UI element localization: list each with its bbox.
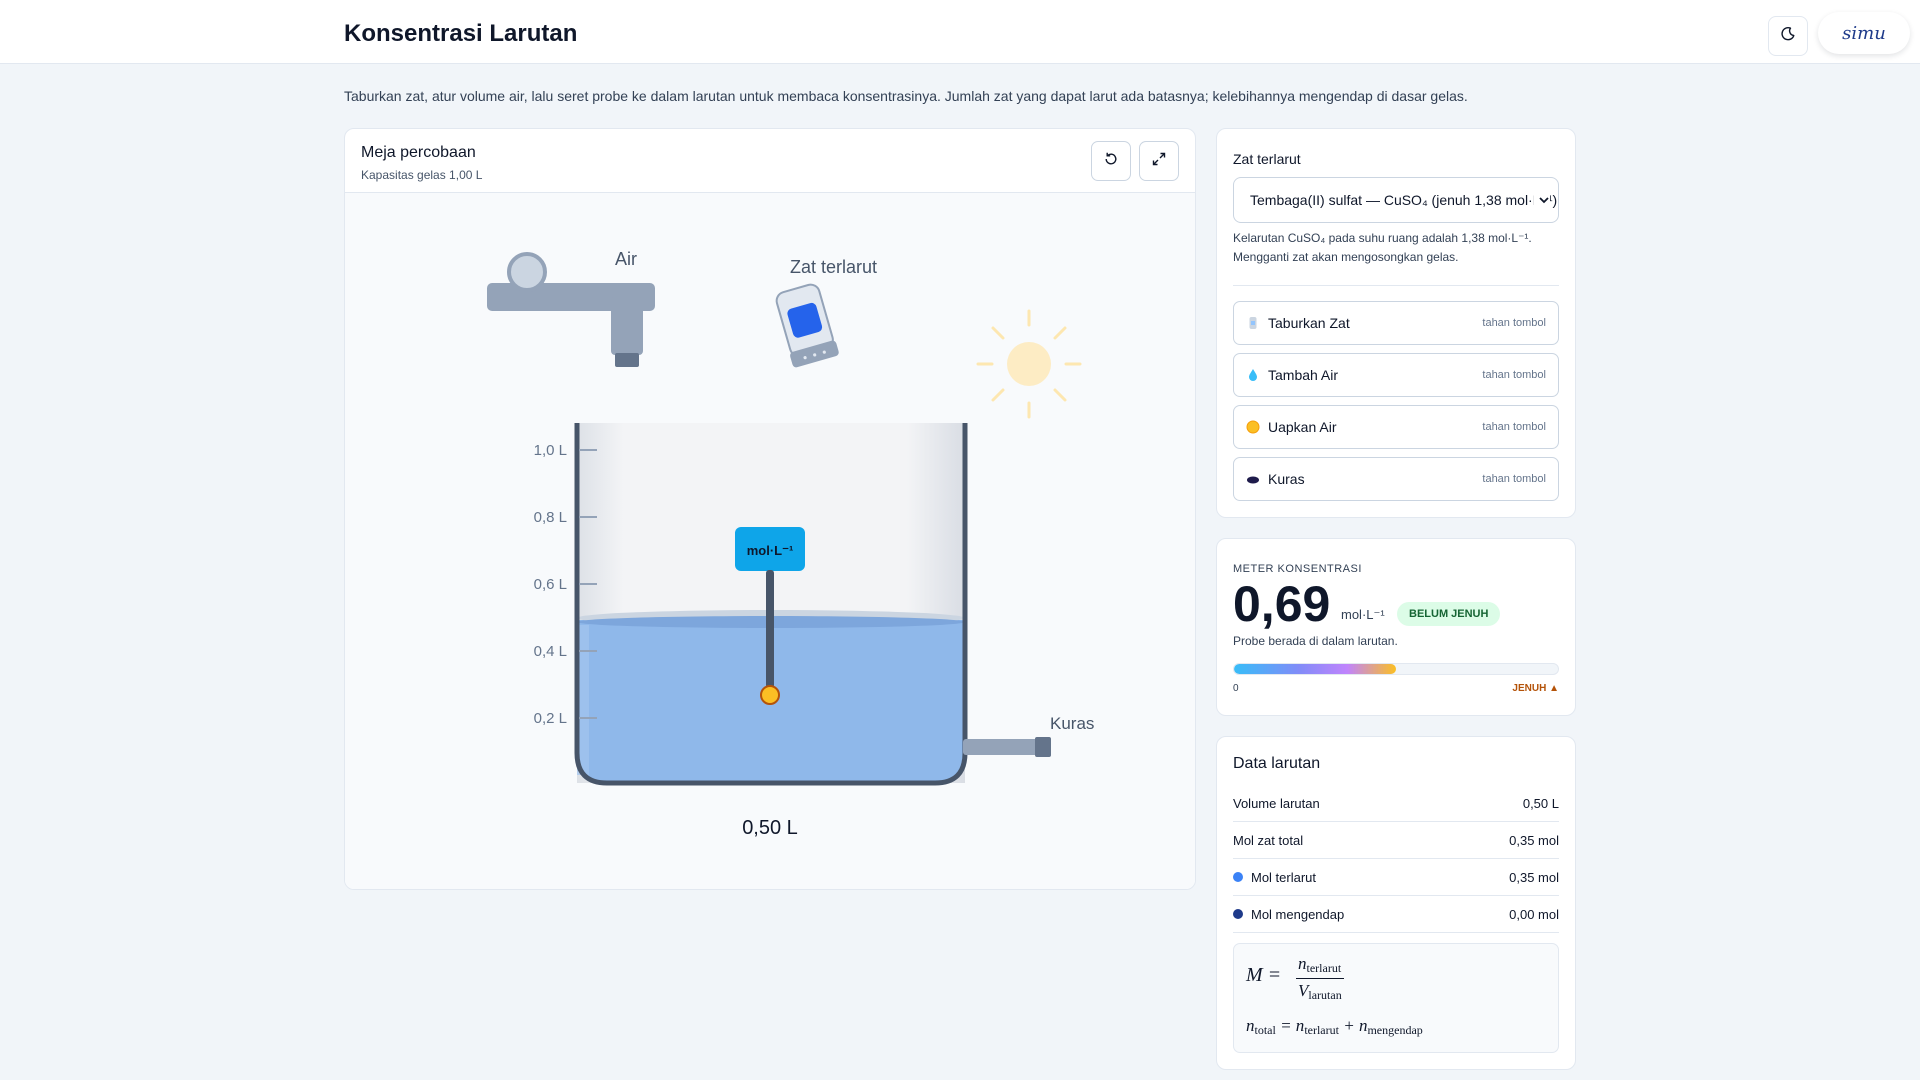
sun-icon bbox=[976, 309, 1082, 419]
drain-button[interactable]: Kuras tahan tombol bbox=[1233, 457, 1559, 501]
simulation-stage: Air Zat terlarut 1,0 L 0,8 L 0,6 L 0,4 L… bbox=[345, 193, 1195, 889]
action-hint: tahan tombol bbox=[1482, 317, 1546, 329]
row-label: Mol mengendap bbox=[1251, 906, 1345, 922]
chevron-down-icon bbox=[1534, 192, 1550, 210]
scale-tick-label: 0,2 L bbox=[534, 710, 567, 727]
moon-icon bbox=[1780, 26, 1796, 47]
action-hint: tahan tombol bbox=[1482, 473, 1546, 485]
scale-tick-label: 0,8 L bbox=[534, 509, 567, 526]
scale-tick-label: 0,6 L bbox=[534, 576, 567, 593]
action-label: Tambah Air bbox=[1268, 367, 1339, 383]
reset-button[interactable] bbox=[1091, 141, 1131, 181]
row-label: Volume larutan bbox=[1233, 795, 1320, 811]
drain-valve[interactable] bbox=[963, 737, 1051, 757]
action-label: Uapkan Air bbox=[1268, 419, 1337, 435]
expand-icon bbox=[1151, 151, 1167, 172]
logo[interactable]: simu bbox=[1818, 12, 1910, 54]
row-value: 0,35 mol bbox=[1509, 832, 1559, 848]
action-hint: tahan tombol bbox=[1482, 421, 1546, 433]
data-title: Data larutan bbox=[1233, 755, 1321, 772]
water-drop-icon bbox=[1246, 368, 1260, 382]
solute-selected: Tembaga(II) sulfat — CuSO₄ (jenuh 1,38 m… bbox=[1250, 191, 1558, 208]
row-value: 0,50 L bbox=[1522, 795, 1559, 811]
row-value: 0,35 mol bbox=[1509, 869, 1559, 885]
solute-select[interactable]: Tembaga(II) sulfat — CuSO₄ (jenuh 1,38 m… bbox=[1233, 177, 1559, 223]
concentration-bar-fill bbox=[1234, 664, 1396, 674]
meter-value: 0,69 bbox=[1233, 576, 1331, 632]
data-row: Volume larutan 0,50 L bbox=[1233, 785, 1559, 822]
meter-label: METER KONSENTRASI bbox=[1233, 563, 1362, 575]
reset-icon bbox=[1103, 151, 1119, 172]
bar-min-label: 0 bbox=[1233, 683, 1239, 694]
solute-help-line: Kelarutan CuSO₄ pada suhu ruang adalah 1… bbox=[1233, 231, 1532, 245]
page-title: Konsentrasi Larutan bbox=[344, 20, 578, 47]
row-value: 0,00 mol bbox=[1509, 906, 1559, 922]
faucet-label: Air bbox=[615, 249, 637, 269]
concentration-meter-card: METER KONSENTRASI 0,69 mol·L⁻¹ BELUM JEN… bbox=[1216, 538, 1576, 716]
formula-box: M = nterlarut Vlarutan ntotal = nterlaru… bbox=[1233, 943, 1559, 1053]
workbench-header: Meja percobaan Kapasitas gelas 1,00 L bbox=[345, 129, 1195, 193]
data-row: Mol zat total 0,35 mol bbox=[1233, 822, 1559, 859]
workbench-title: Meja percobaan bbox=[361, 144, 476, 161]
controls-card: Zat terlarut Tembaga(II) sulfat — CuSO₄ … bbox=[1216, 128, 1576, 518]
dissolved-dot bbox=[1233, 872, 1243, 882]
scale-tick-label: 0,4 L bbox=[534, 643, 567, 660]
water-faucet[interactable] bbox=[487, 252, 655, 367]
drain-label: Kuras bbox=[1050, 714, 1094, 733]
solute-help: Kelarutan CuSO₄ pada suhu ruang adalah 1… bbox=[1233, 229, 1559, 267]
theme-toggle-button[interactable] bbox=[1768, 16, 1808, 56]
action-hint: tahan tombol bbox=[1482, 369, 1546, 381]
data-row: Mol mengendap 0,00 mol bbox=[1233, 896, 1559, 933]
top-bar: Konsentrasi Larutan simu bbox=[0, 0, 1920, 64]
formula-total: ntotal = nterlarut + nmengendap bbox=[1246, 1016, 1423, 1037]
action-label: Kuras bbox=[1268, 471, 1305, 487]
sprinkle-solute-button[interactable]: Taburkan Zat tahan tombol bbox=[1233, 301, 1559, 345]
scale-tick-label: 1,0 L bbox=[534, 442, 567, 459]
row-label: Mol zat total bbox=[1233, 832, 1304, 848]
formula-lhs: M = bbox=[1246, 964, 1282, 986]
fullscreen-button[interactable] bbox=[1139, 141, 1179, 181]
shaker-label: Zat terlarut bbox=[790, 257, 877, 277]
solution-data-card: Data larutan Volume larutan 0,50 L Mol z… bbox=[1216, 736, 1576, 1070]
sun-icon bbox=[1246, 420, 1260, 434]
meter-note: Probe berada di dalam larutan. bbox=[1233, 634, 1398, 648]
intro-text: Taburkan zat, atur volume air, lalu sere… bbox=[344, 88, 1468, 104]
solute-shaker[interactable] bbox=[773, 282, 840, 368]
precipitate-dot bbox=[1233, 909, 1243, 919]
shaker-icon bbox=[1246, 316, 1260, 330]
solute-help-line: Mengganti zat akan mengosongkan gelas. bbox=[1233, 250, 1459, 264]
divider bbox=[1233, 285, 1559, 286]
add-water-button[interactable]: Tambah Air tahan tombol bbox=[1233, 353, 1559, 397]
workbench-subtitle: Kapasitas gelas 1,00 L bbox=[361, 168, 483, 182]
evaporate-button[interactable]: Uapkan Air tahan tombol bbox=[1233, 405, 1559, 449]
probe-label: mol·L⁻¹ bbox=[747, 543, 794, 558]
bar-max-label: JENUH ▲ bbox=[1512, 683, 1559, 694]
data-row: Mol terlarut 0,35 mol bbox=[1233, 859, 1559, 896]
formula-fraction: nterlarut Vlarutan bbox=[1296, 954, 1344, 1002]
volume-readout: 0,50 L bbox=[742, 817, 798, 839]
row-label: Mol terlarut bbox=[1251, 869, 1317, 885]
action-label: Taburkan Zat bbox=[1268, 315, 1350, 331]
workbench-card: Meja percobaan Kapasitas gelas 1,00 L Ai… bbox=[344, 128, 1196, 890]
status-badge: BELUM JENUH bbox=[1397, 602, 1501, 626]
logo-text: simu bbox=[1842, 22, 1886, 44]
meter-unit: mol·L⁻¹ bbox=[1341, 607, 1385, 622]
solute-label: Zat terlarut bbox=[1233, 151, 1301, 167]
drain-icon bbox=[1246, 472, 1260, 486]
concentration-bar bbox=[1233, 663, 1559, 675]
